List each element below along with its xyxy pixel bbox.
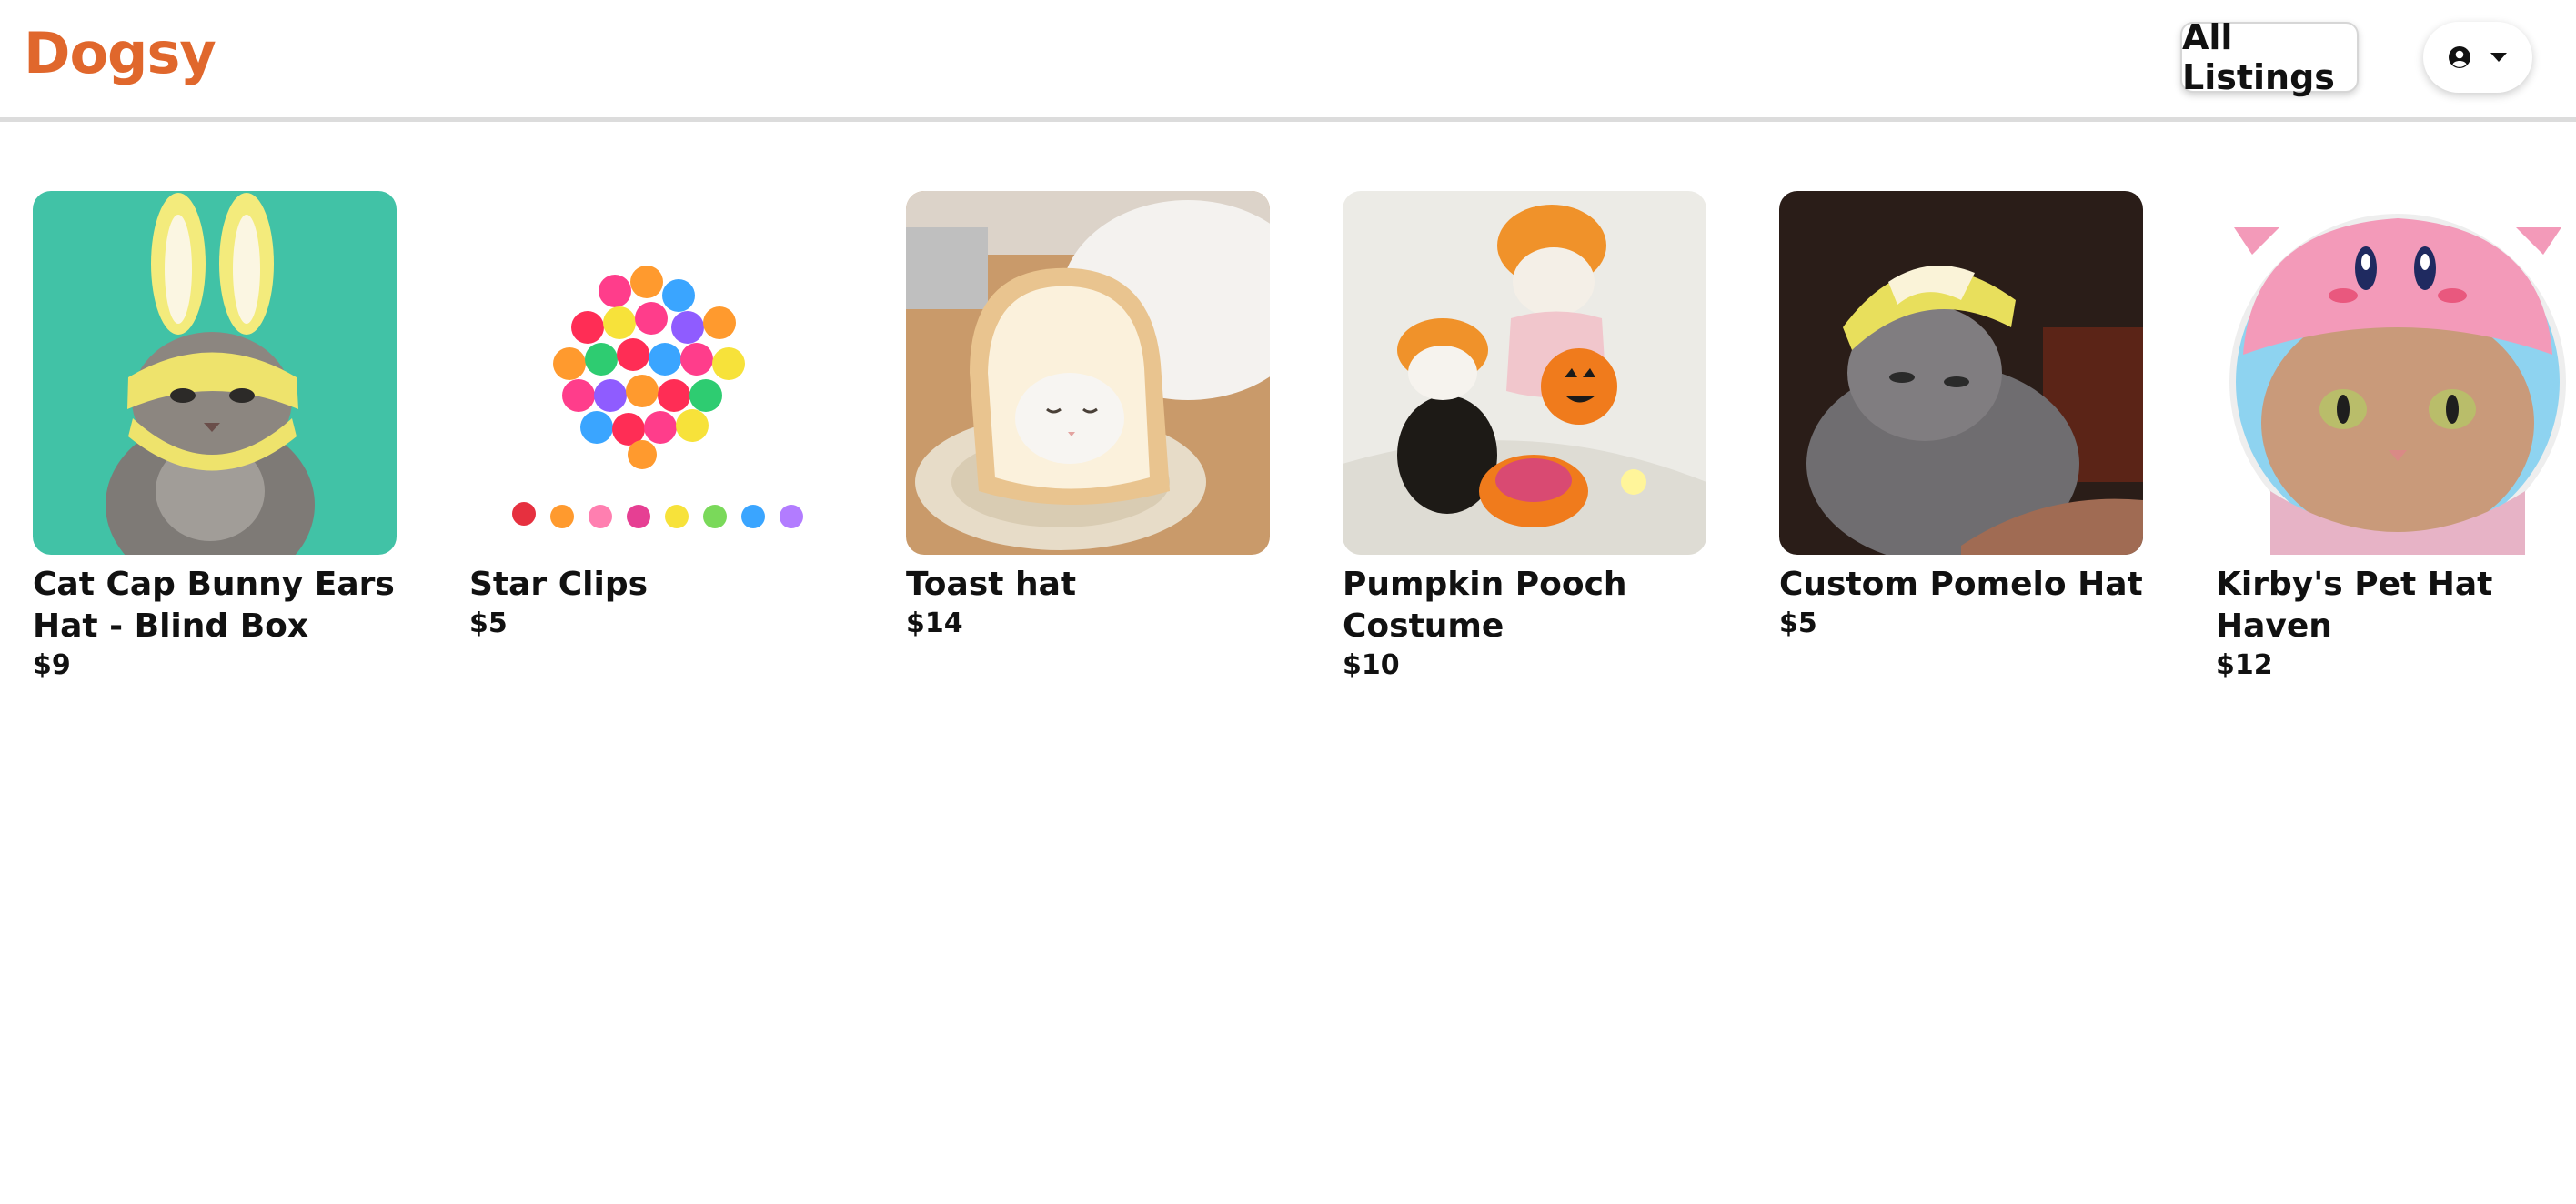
listing-card[interactable]: Custom Pomelo Hat $5 [1779,191,2143,684]
site-logo[interactable]: Dogsy [24,20,216,86]
listing-price: $14 [906,607,963,639]
listing-image[interactable] [906,191,1270,555]
listing-image[interactable] [1779,191,2143,555]
listings-grid: Cat Cap Bunny Ears Hat - Blind Box $9 St… [33,191,2576,684]
listing-card[interactable]: Star Clips $5 [469,191,833,684]
listing-image[interactable] [1343,191,1706,555]
listing-card[interactable]: Toast hat $14 [906,191,1270,684]
user-menu-button[interactable] [2423,22,2532,93]
top-navbar: Dogsy All Listings [0,0,2576,122]
listing-image[interactable] [33,191,397,555]
caret-down-icon [2490,53,2507,62]
listing-title[interactable]: Pumpkin Pooch Costume [1343,564,1706,647]
listing-price: $5 [1779,607,1817,639]
listing-image[interactable] [2216,191,2576,555]
listing-title[interactable]: Star Clips [469,564,833,606]
listing-price: $10 [1343,649,1400,681]
listing-image[interactable] [469,191,833,555]
listing-title[interactable]: Cat Cap Bunny Ears Hat - Blind Box [33,564,397,647]
listing-price: $12 [2216,649,2273,681]
listing-title[interactable]: Custom Pomelo Hat [1779,564,2143,606]
listing-title[interactable]: Toast hat [906,564,1270,606]
listing-card[interactable]: Cat Cap Bunny Ears Hat - Blind Box $9 [33,191,397,684]
all-listings-button[interactable]: All Listings [2180,17,2359,97]
listing-card[interactable]: Pumpkin Pooch Costume $10 [1343,191,1706,684]
listing-card[interactable]: Kirby's Pet Hat Haven $12 [2216,191,2576,684]
user-circle-icon [2449,46,2470,68]
listing-title[interactable]: Kirby's Pet Hat Haven [2216,564,2576,647]
listing-price: $9 [33,649,71,681]
listing-price: $5 [469,607,508,639]
